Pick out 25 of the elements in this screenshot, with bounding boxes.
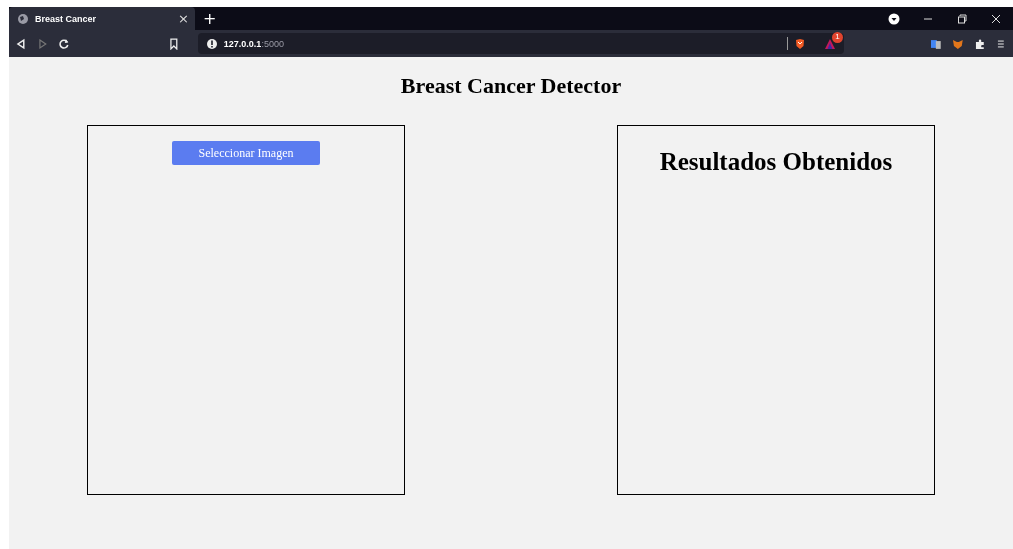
address-bar[interactable]: 127.0.0.1:5000 1	[197, 33, 844, 54]
forward-icon[interactable]	[36, 37, 49, 50]
close-tab-button[interactable]: ×	[178, 12, 189, 25]
dropdown-icon[interactable]	[888, 12, 900, 25]
back-icon[interactable]	[15, 37, 27, 50]
info-icon	[205, 37, 218, 50]
notification-badge: 1	[831, 31, 843, 43]
browser-tab[interactable]: Breast Cancer ×	[9, 7, 195, 30]
page-title: Breast Cancer Detector	[400, 73, 622, 99]
restore-icon[interactable]	[956, 12, 968, 25]
close-icon[interactable]	[990, 12, 1002, 25]
triangle-icon[interactable]	[823, 37, 836, 50]
url-port: :5000	[261, 38, 284, 49]
menu-icon[interactable]	[995, 37, 1007, 50]
translate-icon[interactable]	[930, 37, 942, 50]
reload-icon[interactable]	[58, 37, 71, 50]
url-host: 127.0.0.1	[223, 38, 262, 49]
new-tab-button[interactable]: +	[203, 10, 217, 27]
results-heading: Resultados Obtenidos	[659, 148, 893, 176]
select-image-button[interactable]: Seleccionar Imagen	[172, 141, 320, 165]
bookmark-icon[interactable]	[168, 37, 180, 50]
fox-icon[interactable]	[951, 37, 964, 50]
tab-title: Breast Cancer	[35, 13, 98, 24]
puzzle-icon[interactable]	[973, 37, 986, 50]
lion-shield-icon[interactable]	[793, 37, 806, 50]
